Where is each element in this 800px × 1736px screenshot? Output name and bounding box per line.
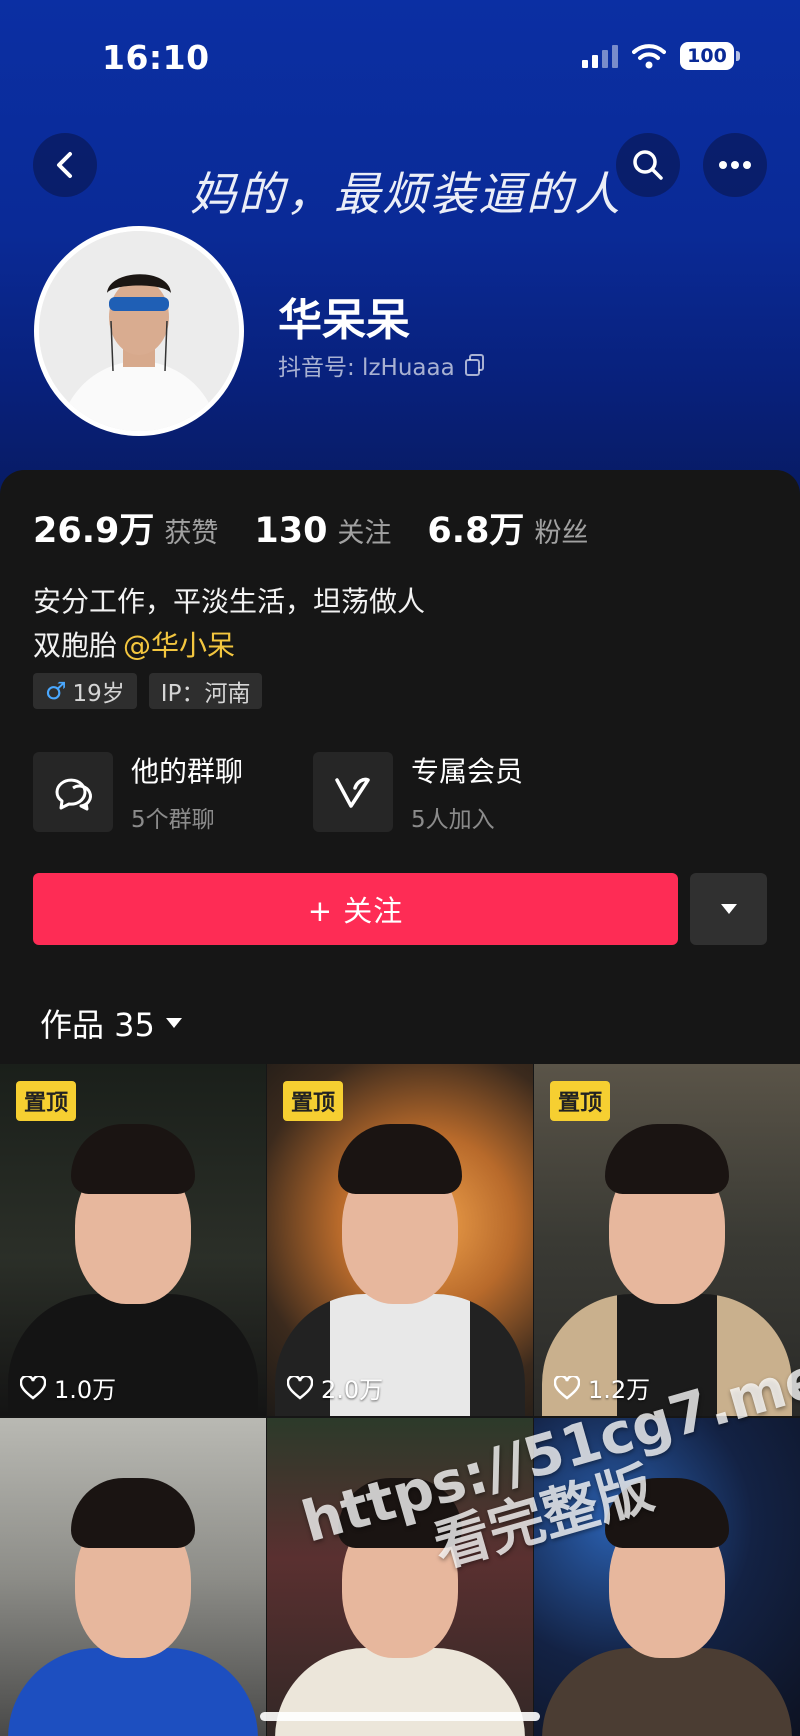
video-tile[interactable]: 置顶 2.0万 bbox=[267, 1064, 533, 1416]
stat-number: 6.8万 bbox=[427, 511, 525, 551]
age-text: 19岁 bbox=[72, 681, 125, 707]
video-thumbnail bbox=[275, 1648, 525, 1736]
stat-number: 130 bbox=[254, 511, 328, 551]
like-count: 2.0万 bbox=[287, 1370, 383, 1405]
heart-icon bbox=[554, 1375, 580, 1400]
pinned-badge: 置顶 bbox=[16, 1081, 77, 1121]
video-thumbnail bbox=[542, 1648, 792, 1736]
avatar-photo bbox=[39, 231, 239, 431]
profile-name: 华呆呆 bbox=[278, 295, 410, 346]
bio-line: 安分工作，平淡生活，坦荡做人 bbox=[33, 585, 426, 618]
like-count: 1.0万 bbox=[20, 1370, 116, 1405]
profile-features: 他的群聊 5个群聊 专属会员 5人加入 bbox=[33, 750, 559, 834]
like-count-text: 1.0万 bbox=[54, 1376, 117, 1404]
stat-number: 26.9万 bbox=[33, 511, 155, 551]
vip-v-icon bbox=[313, 752, 393, 832]
bio-line: 双胞胎 @华小呆 bbox=[33, 624, 235, 664]
heart-icon bbox=[287, 1375, 313, 1400]
stat-followers[interactable]: 6.8万 粉丝 bbox=[427, 502, 588, 553]
stat-likes[interactable]: 26.9万 获赞 bbox=[33, 502, 218, 553]
search-icon bbox=[633, 150, 663, 180]
profile-tags: ♂ 19岁 IP：河南 bbox=[33, 673, 263, 709]
works-tab-label: 作品 35 bbox=[40, 1006, 155, 1044]
copy-icon[interactable] bbox=[464, 354, 485, 376]
back-button[interactable] bbox=[33, 133, 97, 197]
pinned-badge: 置顶 bbox=[283, 1081, 344, 1121]
video-thumbnail bbox=[8, 1648, 258, 1736]
feature-subtitle: 5人加入 bbox=[411, 807, 495, 833]
stat-following[interactable]: 130 关注 bbox=[254, 511, 391, 551]
status-icons: 100 bbox=[582, 42, 740, 70]
follow-button[interactable]: + 关注 bbox=[33, 873, 678, 945]
caret-down-icon bbox=[165, 1018, 182, 1028]
stat-label: 获赞 bbox=[164, 518, 219, 549]
like-count-text: 2.0万 bbox=[321, 1376, 384, 1404]
wifi-icon bbox=[632, 44, 666, 69]
bio-text: 双胞胎 bbox=[33, 629, 118, 662]
profile-banner-text: 妈的，最烦装逼的人 bbox=[190, 167, 622, 221]
home-indicator[interactable] bbox=[260, 1712, 540, 1721]
group-chats-entry[interactable]: 他的群聊 5个群聊 bbox=[33, 750, 279, 834]
heart-icon bbox=[20, 1375, 46, 1400]
ip-text: IP：河南 bbox=[160, 681, 251, 707]
feature-title: 专属会员 bbox=[411, 755, 524, 788]
mention-link[interactable]: @华小呆 bbox=[123, 624, 235, 664]
membership-entry[interactable]: 专属会员 5人加入 bbox=[313, 750, 559, 834]
douyin-id-row: 抖音号: lzHuaaa bbox=[278, 348, 485, 382]
video-tile[interactable]: 置顶 1.0万 bbox=[0, 1064, 266, 1416]
avatar[interactable] bbox=[34, 226, 244, 436]
battery-icon: 100 bbox=[680, 42, 740, 70]
pinned-badge: 置顶 bbox=[550, 1081, 611, 1121]
more-dots-icon bbox=[719, 161, 751, 169]
ip-tag: IP：河南 bbox=[148, 673, 263, 709]
tab-works[interactable]: 作品 35 bbox=[40, 1000, 183, 1046]
feature-subtitle: 5个群聊 bbox=[131, 807, 215, 833]
chat-bubbles-icon bbox=[33, 752, 113, 832]
male-icon: ♂ bbox=[45, 677, 67, 705]
more-options-button[interactable] bbox=[703, 133, 767, 197]
age-tag: ♂ 19岁 bbox=[33, 673, 137, 709]
douyin-id: 抖音号: lzHuaaa bbox=[278, 355, 455, 381]
feature-title: 他的群聊 bbox=[131, 755, 244, 788]
caret-down-icon bbox=[720, 904, 737, 914]
stat-label: 粉丝 bbox=[534, 518, 589, 549]
more-actions-dropdown[interactable] bbox=[690, 873, 767, 945]
chevron-left-icon bbox=[57, 152, 72, 178]
search-button[interactable] bbox=[616, 133, 680, 197]
status-time: 16:10 bbox=[102, 38, 210, 77]
stat-label: 关注 bbox=[337, 518, 392, 549]
cellular-signal-icon bbox=[582, 44, 618, 68]
video-tile[interactable] bbox=[0, 1418, 266, 1736]
profile-stats: 26.9万 获赞 130 关注 6.8万 粉丝 bbox=[33, 502, 624, 553]
